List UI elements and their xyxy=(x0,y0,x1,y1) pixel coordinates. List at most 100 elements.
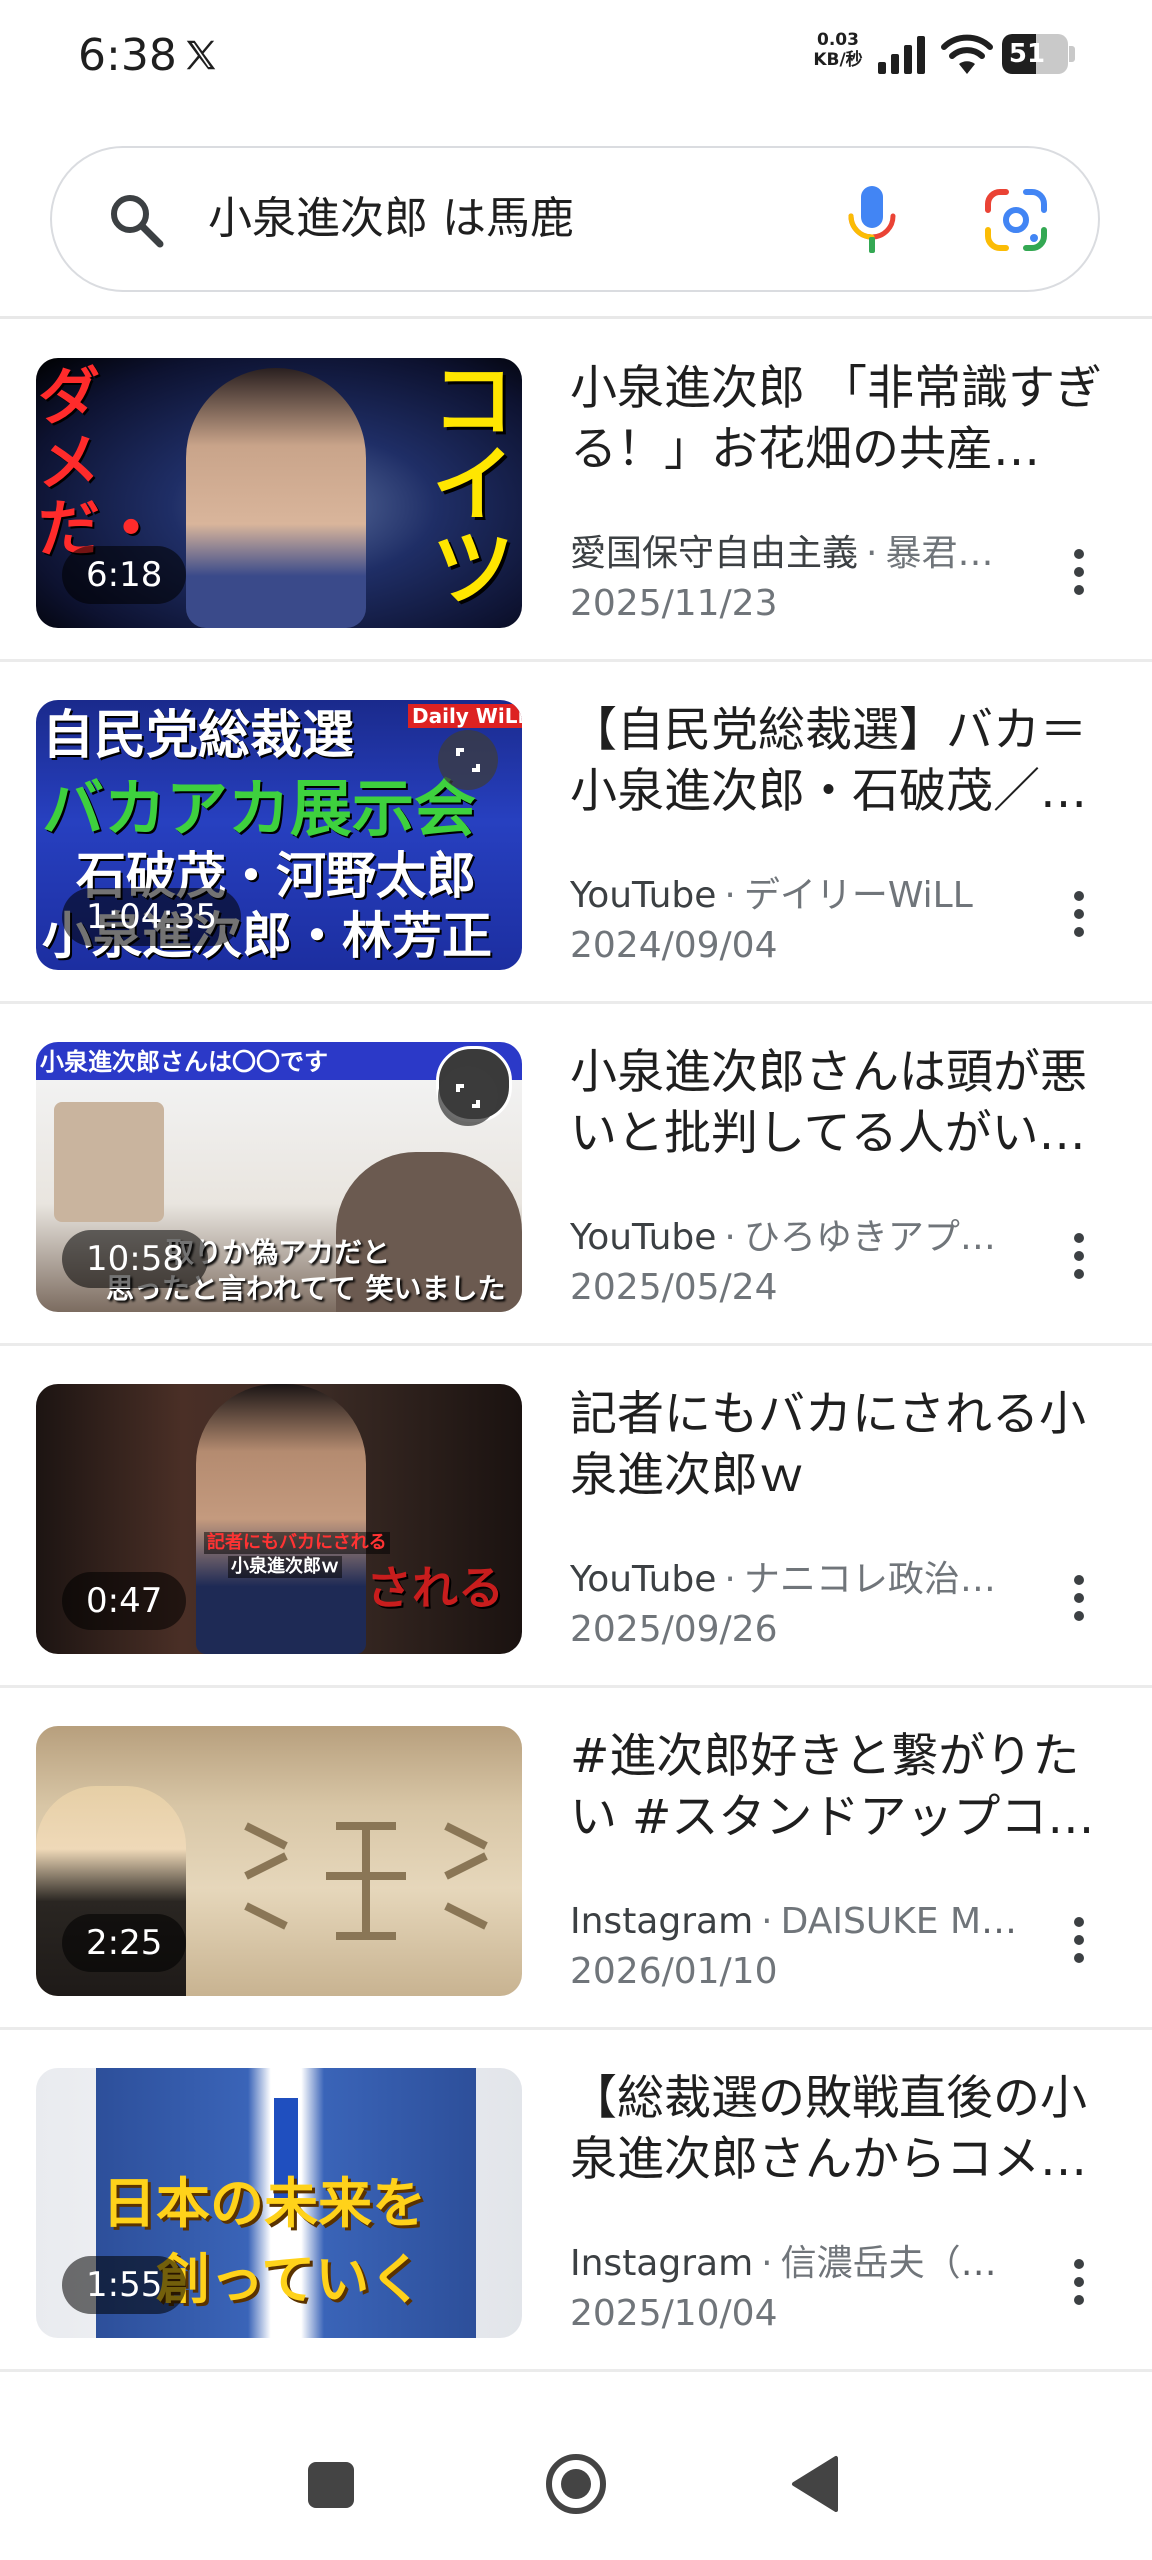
battery-level: 51 xyxy=(1008,39,1046,69)
more-vert-icon[interactable] xyxy=(1054,1568,1104,1628)
thumbnail-portrait xyxy=(186,368,366,628)
result-source: 愛国保守自由主義 · 暴君… xyxy=(570,530,1030,578)
source-channel: DAISUKE MU… xyxy=(780,1901,1030,1942)
thumbnail-caption: 小泉進次郎さんは〇〇です xyxy=(40,1048,328,1076)
duration-badge: 1:55 xyxy=(62,2256,187,2314)
result-date: 2024/09/04 xyxy=(570,925,778,966)
thumbnail-portrait xyxy=(196,1384,366,1654)
battery-tip xyxy=(1069,46,1075,62)
result-date: 2025/09/26 xyxy=(570,1609,778,1650)
video-thumbnail[interactable]: 自民党総裁選 Daily WiLL バカアカ展示会 石破茂・河野太郎 小泉進次郎… xyxy=(36,700,522,970)
thumbnail-caption: Daily WiLL xyxy=(408,704,522,728)
thumbnail-caption: 創っていく xyxy=(156,2248,424,2311)
network-speed: 0.03 KB/秒 xyxy=(808,30,868,70)
system-nav-bar xyxy=(0,2380,1152,2560)
thumbnail-caption: バカアカ展示会 xyxy=(42,772,477,845)
result-title[interactable]: 【自民党総裁選】バカ＝小泉進次郎・石破茂／… xyxy=(570,700,1116,822)
battery-body: 51 xyxy=(1002,34,1068,74)
thumbnail-avatar xyxy=(54,1102,164,1222)
thumbnail-caption: 自民党総裁選 xyxy=(42,706,355,766)
recents-square-icon[interactable] xyxy=(308,2462,354,2508)
battery-icon: 51 xyxy=(1002,34,1076,74)
home-circle-icon[interactable] xyxy=(544,2452,608,2516)
more-vert-icon[interactable] xyxy=(1054,1226,1104,1286)
mic-icon[interactable] xyxy=(842,184,902,256)
result-source: Instagram · DAISUKE MU… xyxy=(570,1898,1030,1946)
thumbnail-caption: される xyxy=(366,1561,504,1615)
status-bar: 6:38 0.03 KB/秒 51 xyxy=(0,0,1152,120)
result-title[interactable]: 小泉進次郎さんは頭が悪いと批判してる人がい… xyxy=(570,1042,1116,1164)
source-channel: 暴君… xyxy=(885,533,994,574)
video-result[interactable]: ダメだ・ コイツ 6:18 小泉進次郎 「非常識すぎる！」お花畑の共産… 愛国保… xyxy=(0,320,1152,662)
source-platform: 愛国保守自由主義 xyxy=(570,533,859,574)
source-separator: · xyxy=(724,875,736,916)
source-channel: ひろゆきアプ… xyxy=(743,1217,996,1258)
result-date: 2026/01/10 xyxy=(570,1951,778,1992)
source-platform: YouTube xyxy=(570,1217,717,1258)
more-vert-icon[interactable] xyxy=(1054,1910,1104,1970)
duration-badge: 1:04:35 xyxy=(62,888,242,946)
source-channel: デイリーWiLL xyxy=(743,875,973,916)
source-channel: ナニコレ政治… xyxy=(743,1559,996,1600)
status-time: 6:38 xyxy=(78,30,177,81)
network-speed-unit: KB/秒 xyxy=(813,50,863,70)
wifi-icon xyxy=(941,34,993,74)
source-separator: · xyxy=(866,533,878,574)
video-thumbnail[interactable]: 2:25 xyxy=(36,1726,522,1996)
result-divider xyxy=(0,2369,1152,2372)
header-divider xyxy=(0,316,1152,319)
more-vert-icon[interactable] xyxy=(1054,542,1104,602)
search-input[interactable] xyxy=(208,186,828,252)
result-source: YouTube · デイリーWiLL xyxy=(570,872,1030,920)
video-thumbnail[interactable]: 日本の未来を 創っていく 1:55 xyxy=(36,2068,522,2338)
result-source: YouTube · ナニコレ政治… xyxy=(570,1556,1030,1604)
source-separator: · xyxy=(761,2243,773,2284)
back-triangle-icon[interactable] xyxy=(790,2454,840,2514)
thumbnail-engraving xyxy=(244,1822,488,1940)
source-platform: YouTube xyxy=(570,1559,717,1600)
more-vert-icon[interactable] xyxy=(1054,884,1104,944)
source-separator: · xyxy=(761,1901,773,1942)
result-title[interactable]: 記者にもバカにされる小泉進次郎ｗ xyxy=(570,1384,1116,1506)
video-result[interactable]: 2:25 #進次郎好きと繋がりたい #スタンドアップコ… Instagram · D… xyxy=(0,1688,1152,2030)
thumbnail-caption: 小泉進次郎ｗ xyxy=(228,1556,342,1578)
result-date: 2025/10/04 xyxy=(570,2293,778,2334)
result-source: YouTube · ひろゆきアプ… xyxy=(570,1214,1030,1262)
result-title[interactable]: 小泉進次郎 「非常識すぎる！」お花畑の共産… xyxy=(570,358,1116,480)
result-title[interactable]: #進次郎好きと繋がりたい #スタンドアップコ… xyxy=(570,1726,1116,1848)
thumbnail-caption: 記者にもバカにされる xyxy=(204,1532,390,1554)
result-date: 2025/05/24 xyxy=(570,1267,778,1308)
video-result[interactable]: 自民党総裁選 Daily WiLL バカアカ展示会 石破茂・河野太郎 小泉進次郎… xyxy=(0,662,1152,1004)
result-title[interactable]: 【総裁選の敗戦直後の小泉進次郎さんからコメ… xyxy=(570,2068,1116,2190)
video-result[interactable]: 小泉進次郎さんは〇〇です 取りか偽アカだと 思ったと言われてて 笑いました 10… xyxy=(0,1004,1152,1346)
source-channel: 信濃岳夫（ワ… xyxy=(780,2243,1030,2284)
x-logo-icon xyxy=(186,40,216,70)
search-bar[interactable] xyxy=(50,146,1100,292)
source-separator: · xyxy=(724,1217,736,1258)
source-platform: Instagram xyxy=(570,1901,754,1942)
video-thumbnail[interactable]: 小泉進次郎さんは〇〇です 取りか偽アカだと 思ったと言われてて 笑いました 10… xyxy=(36,1042,522,1312)
expand-icon[interactable] xyxy=(438,730,498,790)
video-thumbnail[interactable]: ダメだ・ コイツ 6:18 xyxy=(36,358,522,628)
video-result[interactable]: 記者にもバカにされる 小泉進次郎ｗ される 0:47 記者にもバカにされる小泉進… xyxy=(0,1346,1152,1688)
thumbnail-caption: コイツ xyxy=(432,358,515,617)
duration-badge: 0:47 xyxy=(62,1572,187,1630)
thumbnail-caption: ダメだ・ xyxy=(38,360,163,565)
expand-icon[interactable] xyxy=(438,1066,498,1126)
source-platform: Instagram xyxy=(570,2243,754,2284)
duration-badge: 6:18 xyxy=(62,546,187,604)
search-icon[interactable] xyxy=(106,190,166,250)
google-lens-icon[interactable] xyxy=(984,188,1048,252)
source-platform: YouTube xyxy=(570,875,717,916)
thumbnail-caption: 日本の未来を xyxy=(102,2172,426,2235)
source-separator: · xyxy=(724,1559,736,1600)
video-thumbnail[interactable]: 記者にもバカにされる 小泉進次郎ｗ される 0:47 xyxy=(36,1384,522,1654)
duration-badge: 2:25 xyxy=(62,1914,187,1972)
duration-badge: 10:58 xyxy=(62,1230,208,1288)
network-speed-value: 0.03 xyxy=(817,30,859,50)
result-date: 2025/11/23 xyxy=(570,583,778,624)
more-vert-icon[interactable] xyxy=(1054,2252,1104,2312)
video-result[interactable]: 日本の未来を 創っていく 1:55 【総裁選の敗戦直後の小泉進次郎さんからコメ…… xyxy=(0,2030,1152,2372)
signal-icon xyxy=(878,36,925,74)
result-source: Instagram · 信濃岳夫（ワ… xyxy=(570,2240,1030,2288)
